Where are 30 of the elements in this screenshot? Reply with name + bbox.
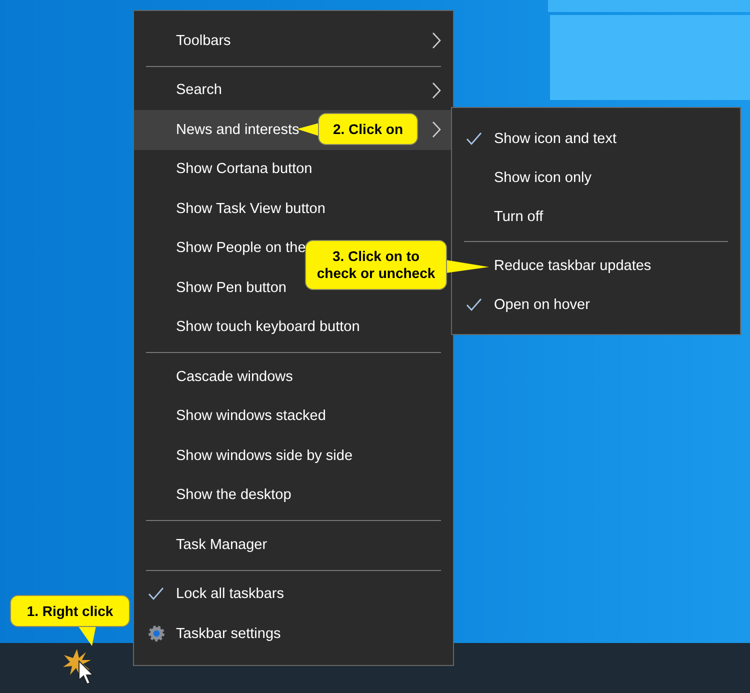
checkmark-icon xyxy=(466,298,482,312)
menu-item[interactable]: Show windows side by side xyxy=(134,436,453,476)
menu-item[interactable]: Show Cortana button xyxy=(134,150,453,189)
menu-item[interactable]: Lock all taskbars xyxy=(134,574,453,614)
menu-item[interactable]: Show touch keyboard button xyxy=(134,308,453,347)
callout-pointer xyxy=(297,123,319,136)
chevron-right-icon xyxy=(432,82,441,99)
checkmark-icon xyxy=(466,132,482,146)
callout-tooltip: 3. Click on to check or uncheck xyxy=(305,240,447,290)
chevron-right-icon xyxy=(432,121,441,138)
menu-item[interactable]: Show Task View button xyxy=(134,189,453,228)
menu-item[interactable]: Show windows stacked xyxy=(134,396,453,436)
menu-item[interactable]: Show the desktop xyxy=(134,476,453,515)
menu-item[interactable]: Turn off xyxy=(452,197,740,236)
menu-item[interactable]: Open on hover xyxy=(452,285,740,324)
menu-item[interactable]: Reduce taskbar updates xyxy=(452,246,740,285)
mouse-pointer-icon xyxy=(78,660,96,686)
gear-icon xyxy=(148,625,164,642)
callout-pointer xyxy=(446,260,489,273)
menu-item[interactable]: Taskbar settings xyxy=(134,614,453,654)
menu-item[interactable]: Task Manager xyxy=(134,525,453,564)
menu-item[interactable]: Show icon only xyxy=(452,158,740,197)
menu-item[interactable]: Toolbars xyxy=(134,21,453,60)
menu-item[interactable]: Show icon and text xyxy=(452,119,740,158)
menu-item[interactable]: Cascade windows xyxy=(134,357,453,396)
callout-pointer xyxy=(78,626,96,646)
checkmark-icon xyxy=(148,587,164,602)
chevron-right-icon xyxy=(432,32,441,50)
menu-item[interactable]: Search xyxy=(134,70,453,110)
callout-tooltip: 2. Click on xyxy=(318,113,418,145)
